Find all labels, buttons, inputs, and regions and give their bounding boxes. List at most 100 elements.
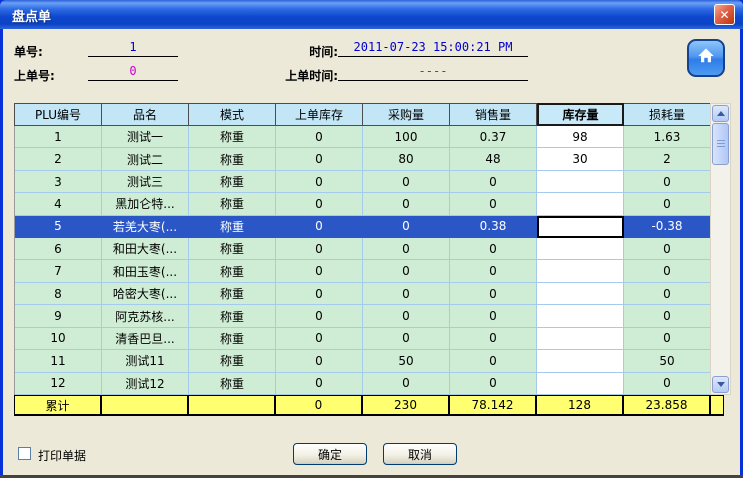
- cell-purchase: 100: [363, 126, 450, 148]
- cell-prev-stock: 0: [276, 328, 363, 350]
- cell-purchase: 80: [363, 148, 450, 170]
- cell-stock[interactable]: [537, 373, 624, 395]
- cell-prev-stock: 0: [276, 148, 363, 170]
- cell-purchase: 0: [363, 328, 450, 350]
- cell-loss: 0: [624, 193, 711, 215]
- cell-mode: 称重: [189, 238, 276, 260]
- table-row[interactable]: 12测试12称重0000: [15, 373, 711, 395]
- cell-mode: 称重: [189, 350, 276, 372]
- col-header-loss: 损耗量: [624, 103, 711, 126]
- cell-plu: 5: [15, 216, 102, 238]
- cell-purchase: 0: [363, 260, 450, 282]
- cell-plu: 2: [15, 148, 102, 170]
- cell-name: 和田玉枣(...: [102, 260, 189, 282]
- cell-stock[interactable]: [537, 305, 624, 327]
- cell-name: 哈密大枣(...: [102, 283, 189, 305]
- cell-stock[interactable]: [537, 193, 624, 215]
- table-row[interactable]: 4黑加仑特...称重0000: [15, 193, 711, 215]
- table-body: 1测试一称重01000.37981.63 2测试二称重08048302 3测试三…: [14, 126, 711, 395]
- scroll-up-button[interactable]: [712, 105, 729, 122]
- total-stock: 128: [537, 396, 624, 414]
- cell-loss: 0: [624, 373, 711, 395]
- cell-loss: -0.38: [624, 216, 711, 238]
- scroll-down-button[interactable]: [712, 376, 729, 393]
- cell-stock[interactable]: [537, 350, 624, 372]
- total-loss: 23.858: [624, 396, 711, 414]
- cell-stock[interactable]: 30: [537, 148, 624, 170]
- home-button[interactable]: [687, 39, 725, 77]
- cell-purchase: 0: [363, 193, 450, 215]
- cell-plu: 12: [15, 373, 102, 395]
- cell-stock[interactable]: [537, 238, 624, 260]
- cell-purchase: 0: [363, 373, 450, 395]
- table-row[interactable]: 9阿克苏核...称重0000: [15, 305, 711, 327]
- table-row[interactable]: 2测试二称重08048302: [15, 148, 711, 170]
- cell-purchase: 0: [363, 171, 450, 193]
- cell-name: 和田大枣(...: [102, 238, 189, 260]
- scrollbar-grip-icon: [717, 140, 725, 148]
- cell-sales: 0: [450, 283, 537, 305]
- cell-sales: 0: [450, 193, 537, 215]
- inventory-table: PLU编号 品名 模式 上单库存 采购量 销售量 库存量 损耗量 1测试一称重0…: [14, 103, 731, 413]
- cell-mode: 称重: [189, 126, 276, 148]
- col-header-stock: 库存量: [537, 103, 624, 126]
- inventory-dialog: 盘点单 ✕ 单号: 1 时间: 2011-07-23 15:00:21 PM 上…: [0, 0, 743, 478]
- total-prev-stock: 0: [276, 396, 363, 414]
- cell-name: 阿克苏核...: [102, 305, 189, 327]
- cell-stock[interactable]: [537, 283, 624, 305]
- cell-mode: 称重: [189, 171, 276, 193]
- order-no-label: 单号:: [14, 43, 43, 60]
- cell-plu: 6: [15, 238, 102, 260]
- cell-sales: 0: [450, 305, 537, 327]
- table-row[interactable]: 6和田大枣(...称重0000: [15, 238, 711, 260]
- col-header-prev-stock: 上单库存: [276, 103, 363, 126]
- col-header-sales: 销售量: [450, 103, 537, 126]
- vertical-scrollbar[interactable]: [710, 103, 731, 395]
- cell-name: 黑加仑特...: [102, 193, 189, 215]
- close-button[interactable]: ✕: [714, 4, 735, 25]
- cell-mode: 称重: [189, 260, 276, 282]
- total-filler: [711, 396, 723, 414]
- titlebar[interactable]: 盘点单 ✕: [0, 0, 743, 29]
- ok-button[interactable]: 确定: [293, 443, 367, 465]
- cell-plu: 3: [15, 171, 102, 193]
- cell-loss: 1.63: [624, 126, 711, 148]
- table-row[interactable]: 3测试三称重0000: [15, 171, 711, 193]
- total-label: 累计: [15, 396, 102, 414]
- table-row-selected[interactable]: 5若羌大枣(...称重000.38-0.38: [15, 216, 711, 238]
- cell-stock[interactable]: [537, 171, 624, 193]
- table-row[interactable]: 8哈密大枣(...称重0000: [15, 283, 711, 305]
- cell-stock-focused[interactable]: [537, 216, 624, 238]
- table-row[interactable]: 7和田玉枣(...称重0000: [15, 260, 711, 282]
- cell-stock[interactable]: [537, 328, 624, 350]
- cell-sales: 48: [450, 148, 537, 170]
- order-no-value: 1: [88, 39, 178, 57]
- cell-purchase: 0: [363, 283, 450, 305]
- cell-prev-stock: 0: [276, 216, 363, 238]
- table-row[interactable]: 10清香巴旦...称重0000: [15, 328, 711, 350]
- cell-sales: 0: [450, 238, 537, 260]
- cell-purchase: 0: [363, 238, 450, 260]
- cell-stock[interactable]: 98: [537, 126, 624, 148]
- scrollbar-thumb[interactable]: [712, 123, 729, 165]
- cell-loss: 50: [624, 350, 711, 372]
- cell-sales: 0: [450, 373, 537, 395]
- cell-name: 测试三: [102, 171, 189, 193]
- total-name: [102, 396, 189, 414]
- cell-prev-stock: 0: [276, 305, 363, 327]
- print-receipt-checkbox[interactable]: [18, 447, 31, 460]
- cancel-button[interactable]: 取消: [383, 443, 457, 465]
- cell-stock[interactable]: [537, 260, 624, 282]
- col-header-plu: PLU编号: [15, 103, 102, 126]
- total-sales: 78.142: [450, 396, 537, 414]
- col-header-mode: 模式: [189, 103, 276, 126]
- cell-name: 测试一: [102, 126, 189, 148]
- cell-purchase: 0: [363, 305, 450, 327]
- total-mode: [189, 396, 276, 414]
- table-row[interactable]: 11测试11称重050050: [15, 350, 711, 372]
- cell-sales: 0.38: [450, 216, 537, 238]
- table-total-row: 累计 0 230 78.142 128 23.858: [14, 395, 724, 416]
- table-row[interactable]: 1测试一称重01000.37981.63: [15, 126, 711, 148]
- prev-time-value: ----: [338, 63, 528, 81]
- total-purchase: 230: [363, 396, 450, 414]
